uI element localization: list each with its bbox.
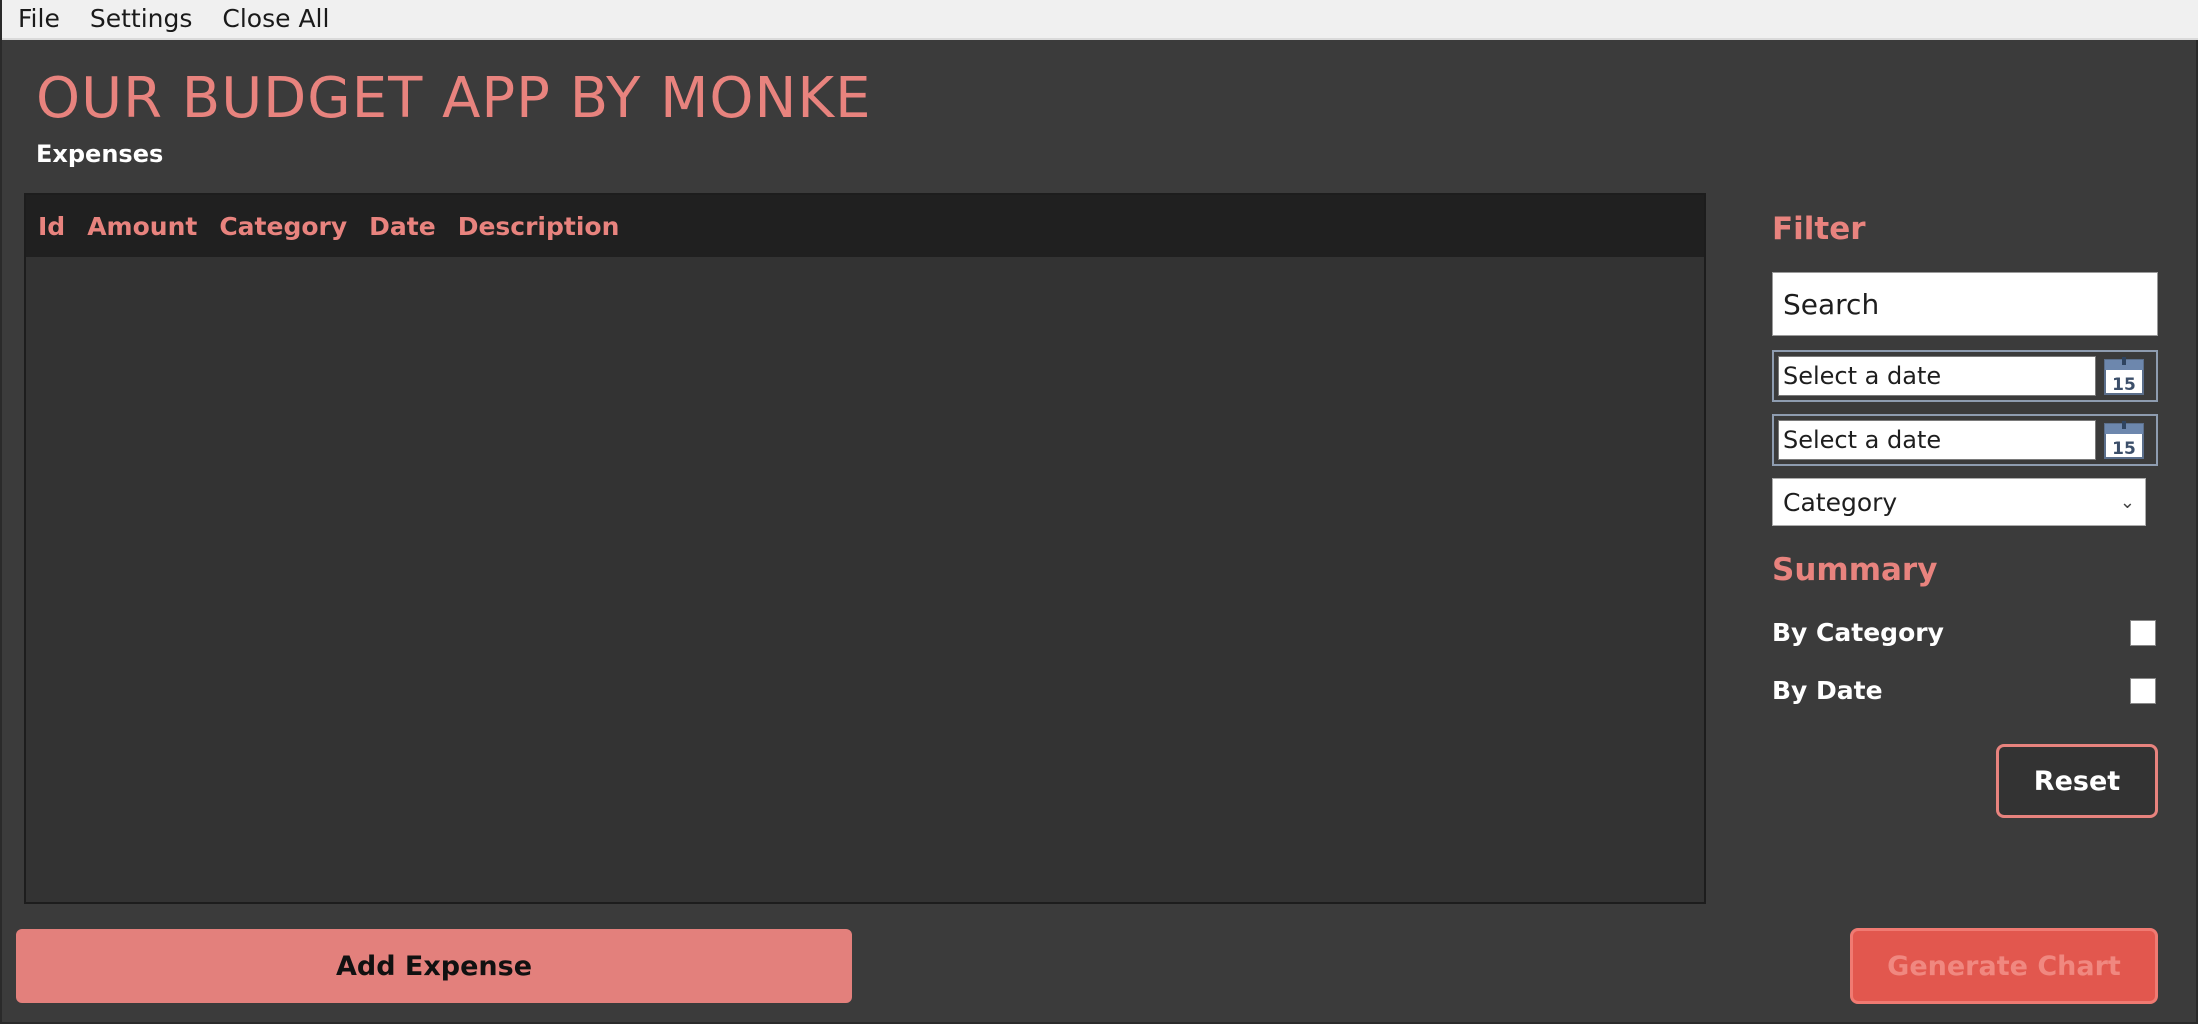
expenses-grid[interactable]: Id Amount Category Date Description [24,193,1706,904]
column-header-date[interactable]: Date [369,212,436,241]
grid-body [26,257,1704,902]
column-header-id[interactable]: Id [38,212,65,241]
menu-settings[interactable]: Settings [75,0,208,39]
by-date-row: By Date [1772,676,2158,705]
start-date-picker[interactable]: Select a date 15 [1772,350,2158,402]
menu-close-all[interactable]: Close All [207,0,344,39]
by-category-row: By Category [1772,618,2158,647]
by-date-checkbox[interactable] [2130,677,2156,704]
main-window: File Settings Close All OUR BUDGET APP B… [0,0,2198,1024]
end-date-picker[interactable]: Select a date 15 [1772,414,2158,466]
summary-heading: Summary [1772,552,1938,588]
start-date-field[interactable]: Select a date [1778,356,2096,396]
category-select[interactable]: Category ⌄ [1772,478,2146,526]
search-input[interactable] [1772,272,2158,336]
by-date-label: By Date [1772,676,1883,705]
filter-heading: Filter [1772,211,1866,247]
calendar-icon[interactable]: 15 [2104,357,2144,395]
by-category-checkbox[interactable] [2130,619,2156,646]
menu-bar: File Settings Close All [2,0,2198,40]
expenses-label: Expenses [36,140,164,168]
add-expense-button[interactable]: Add Expense [16,929,852,1003]
calendar-day-text: 15 [2112,375,2136,395]
menu-file[interactable]: File [2,0,75,39]
chevron-down-icon: ⌄ [2119,491,2135,513]
column-header-description[interactable]: Description [458,212,620,241]
app-title: OUR BUDGET APP BY MONKE [36,66,872,131]
by-category-label: By Category [1772,618,1944,647]
calendar-icon[interactable]: 15 [2104,421,2144,459]
end-date-field[interactable]: Select a date [1778,420,2096,460]
reset-button[interactable]: Reset [1996,744,2158,818]
grid-header: Id Amount Category Date Description [26,195,1704,257]
calendar-day-text: 15 [2112,439,2136,459]
category-select-value: Category [1783,487,1898,517]
generate-chart-button[interactable]: Generate Chart [1850,928,2158,1004]
column-header-amount[interactable]: Amount [87,212,197,241]
column-header-category[interactable]: Category [219,212,347,241]
